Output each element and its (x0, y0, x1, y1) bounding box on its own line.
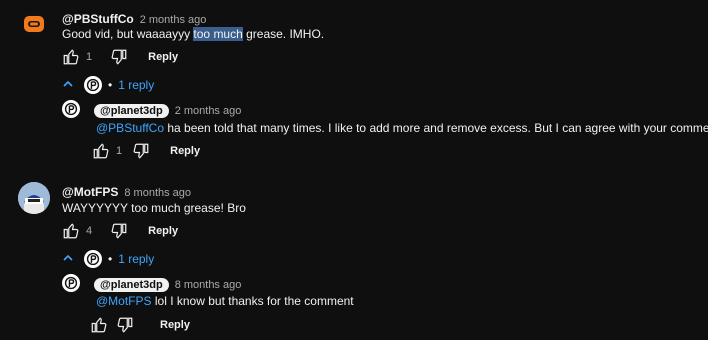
creator-avatar-icon (84, 250, 102, 268)
comment-text: Good vid, but waaaayyy too much grease. … (62, 27, 325, 41)
chevron-up-icon (62, 78, 74, 93)
thumbs-up-icon[interactable] (62, 48, 80, 66)
comment-actions: 1 Reply (62, 48, 178, 66)
reply-time[interactable]: 2 months ago (175, 105, 242, 117)
reply-author[interactable]: @planet3dp (94, 104, 169, 118)
comment-header: @PBStuffCo 2 months ago (62, 10, 206, 28)
reply-actions: 1 Reply (92, 142, 200, 160)
comment-author[interactable]: @MotFPS (62, 185, 118, 199)
avatar[interactable] (62, 100, 80, 118)
like-count: 1 (86, 51, 93, 63)
reply-author[interactable]: @planet3dp (94, 278, 169, 292)
thumbs-down-icon[interactable] (116, 316, 134, 334)
comment-author[interactable]: @PBStuffCo (62, 12, 134, 26)
avatar[interactable] (62, 274, 80, 292)
thumbs-up-icon[interactable] (92, 142, 110, 160)
reply-header: @planet3dp 2 months ago (94, 101, 241, 119)
reply-text: @PBStuffCo ha been told that many times.… (96, 121, 708, 135)
replies-count: 1 reply (118, 78, 155, 92)
thumbs-down-icon[interactable] (132, 142, 150, 160)
comment-time[interactable]: 8 months ago (124, 187, 191, 199)
comment-time[interactable]: 2 months ago (140, 14, 207, 26)
thumbs-up-icon[interactable] (90, 316, 108, 334)
reply-button[interactable]: Reply (170, 145, 200, 157)
like-count: 1 (116, 145, 123, 157)
replies-toggle[interactable]: • 1 reply (62, 76, 154, 94)
mention-link[interactable]: @MotFPS (96, 294, 152, 308)
chevron-up-icon (62, 252, 74, 267)
reply-button[interactable]: Reply (148, 51, 178, 63)
reply-text: @MotFPS lol I know but thanks for the co… (96, 294, 354, 308)
replies-toggle[interactable]: • 1 reply (62, 250, 154, 268)
avatar[interactable] (18, 182, 50, 214)
comment-header: @MotFPS 8 months ago (62, 183, 191, 201)
avatar[interactable] (22, 12, 46, 36)
thumbs-down-icon[interactable] (110, 48, 128, 66)
mention-link[interactable]: @PBStuffCo (96, 121, 164, 135)
thumbs-up-icon[interactable] (62, 222, 80, 240)
comment-text: WAYYYYYY too much grease! Bro (62, 201, 246, 215)
thumbs-down-icon[interactable] (110, 222, 128, 240)
reply-button[interactable]: Reply (160, 319, 190, 331)
reply-time[interactable]: 8 months ago (175, 279, 242, 291)
creator-avatar-icon (84, 76, 102, 94)
like-count: 4 (86, 225, 93, 237)
reply-header: @planet3dp 8 months ago (94, 275, 241, 293)
reply-button[interactable]: Reply (148, 225, 178, 237)
comment-actions: 4 Reply (62, 222, 178, 240)
reply-actions: Reply (90, 316, 190, 334)
replies-count: 1 reply (118, 252, 155, 266)
